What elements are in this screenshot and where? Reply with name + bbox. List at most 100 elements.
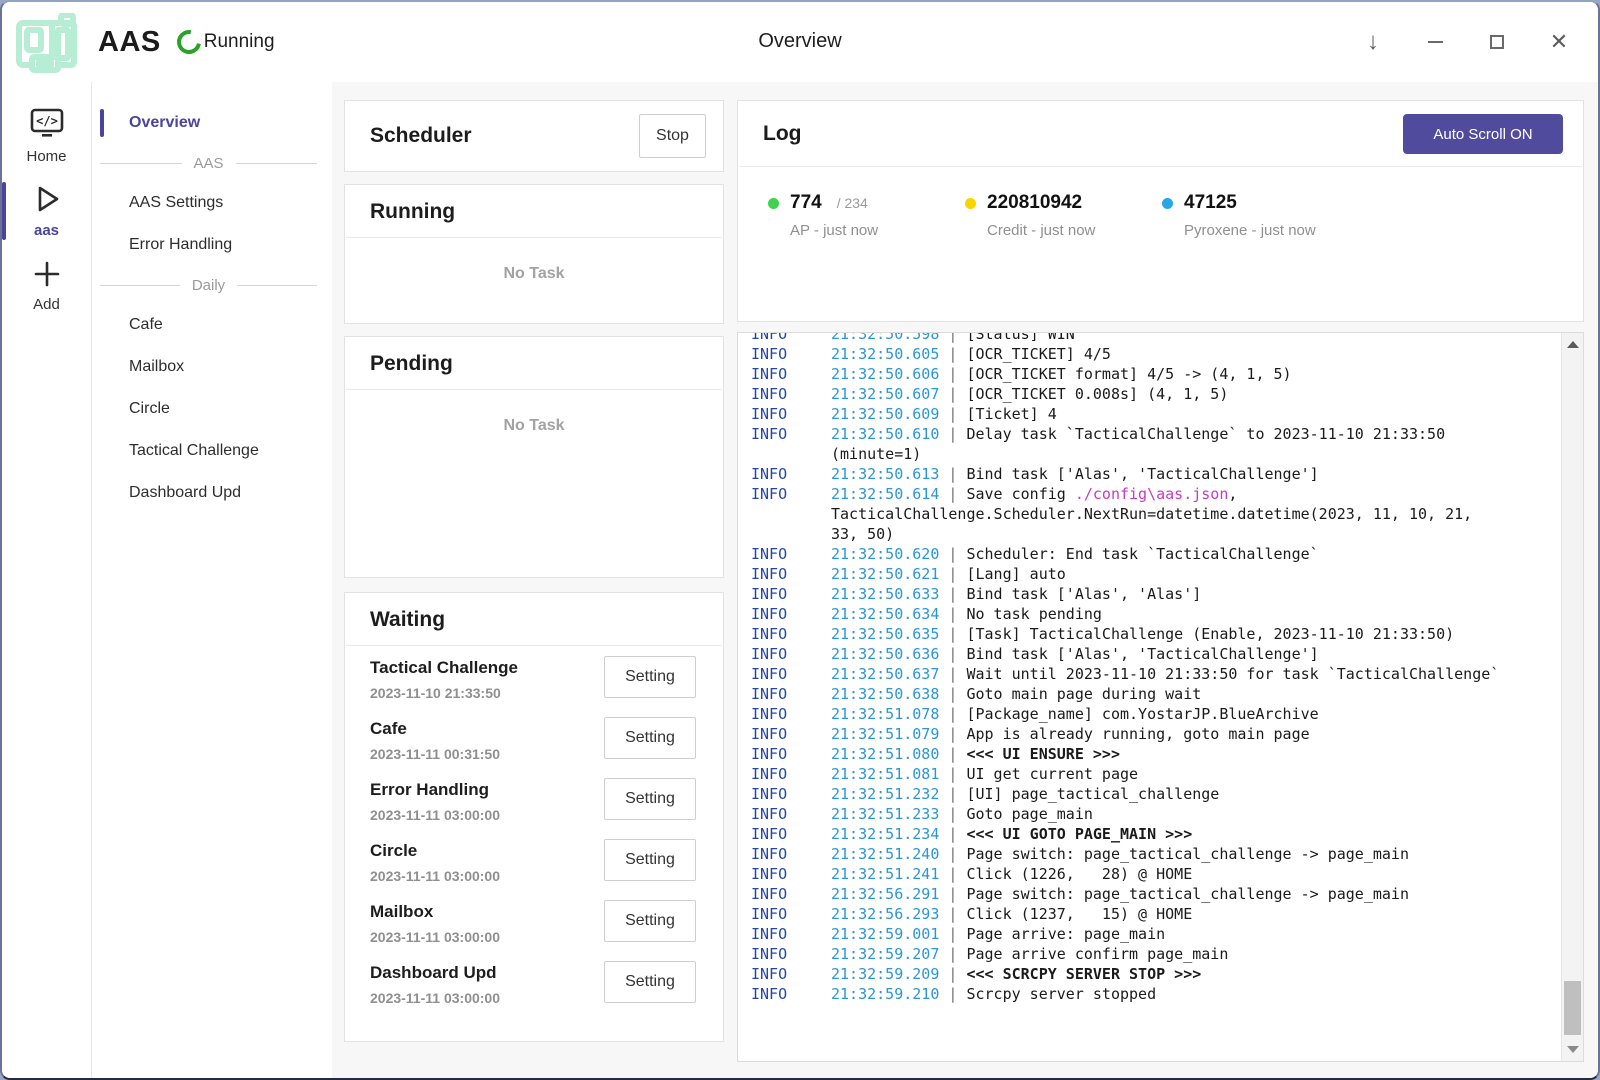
nav-item-error-handling[interactable]: Error Handling <box>92 224 332 266</box>
waiting-task-name: Cafe <box>370 719 500 739</box>
stat-dot-icon <box>965 198 976 209</box>
nav-item-cafe[interactable]: Cafe <box>92 304 332 346</box>
stat-dot-icon <box>768 198 779 209</box>
log-level: INFO <box>751 332 831 344</box>
code-monitor-icon: </> <box>29 108 65 145</box>
log-time: 21:32:50.598 | <box>831 332 966 343</box>
log-pipe: | <box>939 605 966 623</box>
log-time: 21:32:50.637 | <box>831 665 966 683</box>
waiting-task-name: Circle <box>370 841 500 861</box>
log-body: 21:32:50.620 | Scheduler: End task `Tact… <box>831 544 1506 564</box>
log-body: 21:32:51.233 | Goto page_main <box>831 804 1506 824</box>
log-timestamp: 21:32:51.232 <box>831 785 939 803</box>
log-level: INFO <box>751 784 831 804</box>
log-message: <<< UI GOTO PAGE_MAIN >>> <box>966 825 1192 843</box>
log-line: INFO21:32:51.233 | Goto page_main <box>738 804 1583 824</box>
nav-item-circle[interactable]: Circle <box>92 388 332 430</box>
log-body: 21:32:50.607 | [OCR_TICKET 0.008s] (4, 1… <box>831 384 1506 404</box>
maximize-button[interactable] <box>1484 29 1510 55</box>
log-line: INFO21:32:51.241 | Click (1226, 28) @ HO… <box>738 864 1583 884</box>
log-pipe: | <box>939 332 966 343</box>
running-card: Running No Task <box>344 184 724 324</box>
log-message: Wait until 2023-11-10 21:33:50 for task … <box>966 665 1499 683</box>
task-setting-button[interactable]: Setting <box>604 961 696 1003</box>
task-setting-button[interactable]: Setting <box>604 778 696 820</box>
log-pipe: | <box>939 925 966 943</box>
resource-stat: 47125Pyroxene - just now <box>1162 192 1359 239</box>
sidebar-item-home[interactable]: </> Home <box>2 100 91 172</box>
log-line: INFO21:32:50.620 | Scheduler: End task `… <box>738 544 1583 564</box>
waiting-task-row: Circle2023-11-11 03:00:00Setting <box>370 837 696 898</box>
divider-line <box>100 163 182 164</box>
auto-scroll-toggle[interactable]: Auto Scroll ON <box>1403 114 1563 154</box>
download-update-icon[interactable]: ↓ <box>1360 29 1386 55</box>
log-body: 21:32:51.078 | [Package_name] com.Yostar… <box>831 704 1506 724</box>
log-time: 21:32:50.635 | <box>831 625 966 643</box>
log-line: INFO21:32:51.234 | <<< UI GOTO PAGE_MAIN… <box>738 824 1583 844</box>
nav-item-dashboard-upd[interactable]: Dashboard Upd <box>92 472 332 514</box>
log-message: [Status] WIN <box>966 332 1074 343</box>
log-timestamp: 21:32:50.635 <box>831 625 939 643</box>
log-timestamp: 21:32:50.605 <box>831 345 939 363</box>
log-body: 21:32:50.613 | Bind task ['Alas', 'Tacti… <box>831 464 1506 484</box>
log-level: INFO <box>751 404 831 424</box>
log-timestamp: 21:32:51.078 <box>831 705 939 723</box>
log-time: 21:32:59.001 | <box>831 925 966 943</box>
stat-label: AP - just now <box>790 222 965 239</box>
log-message: Page arrive confirm page_main <box>966 945 1228 963</box>
waiting-task-name: Error Handling <box>370 780 500 800</box>
log-level: INFO <box>751 604 831 624</box>
log-time: 21:32:51.234 | <box>831 825 966 843</box>
task-setting-button[interactable]: Setting <box>604 900 696 942</box>
scroll-up-arrow-icon[interactable] <box>1567 341 1579 348</box>
log-line: INFO21:32:50.621 | [Lang] auto <box>738 564 1583 584</box>
log-level: INFO <box>751 904 831 924</box>
log-line: INFO21:32:59.210 | Scrcpy server stopped <box>738 984 1583 1004</box>
log-pipe: | <box>939 965 966 983</box>
log-line: INFO21:32:59.001 | Page arrive: page_mai… <box>738 924 1583 944</box>
nav-section-label: AAS <box>194 155 224 172</box>
scroll-thumb[interactable] <box>1564 981 1581 1035</box>
log-timestamp: 21:32:51.080 <box>831 745 939 763</box>
stat-dot-icon <box>1162 198 1173 209</box>
stop-button[interactable]: Stop <box>639 114 706 158</box>
log-timestamp: 21:32:51.079 <box>831 725 939 743</box>
log-line: INFO21:32:50.636 | Bind task ['Alas', 'T… <box>738 644 1583 664</box>
pending-card: Pending No Task <box>344 336 724 578</box>
waiting-task-info: Tactical Challenge 2023-11-10 21:33:50 <box>370 654 518 701</box>
stat-suffix: / 234 <box>837 195 868 211</box>
waiting-task-time: 2023-11-10 21:33:50 <box>370 685 518 701</box>
log-message: [UI] page_tactical_challenge <box>966 785 1219 803</box>
log-timestamp: 21:32:50.633 <box>831 585 939 603</box>
sidebar-item-add[interactable]: Add <box>2 250 91 322</box>
waiting-task-row: Cafe2023-11-11 00:31:50Setting <box>370 715 696 776</box>
waiting-task-list: Tactical Challenge 2023-11-10 21:33:50 Set… <box>345 646 723 1020</box>
sidebar-item-aas[interactable]: aas <box>2 175 91 247</box>
nav-item-tactical-challenge[interactable]: Tactical Challenge <box>92 430 332 472</box>
close-button[interactable]: ✕ <box>1546 29 1572 55</box>
waiting-task-row: Dashboard Upd2023-11-11 03:00:00Setting <box>370 959 696 1020</box>
nav-item-overview[interactable]: Overview <box>92 102 332 144</box>
log-message: Click (1226, 28) @ HOME <box>966 865 1192 883</box>
waiting-task-name: Tactical Challenge <box>370 658 518 678</box>
log-line: INFO21:32:51.078 | [Package_name] com.Yo… <box>738 704 1583 724</box>
log-pipe: | <box>939 385 966 403</box>
log-body: 21:32:51.081 | UI get current page <box>831 764 1506 784</box>
nav-item-mailbox[interactable]: Mailbox <box>92 346 332 388</box>
sidebar-item-label: Home <box>26 148 66 165</box>
scroll-down-arrow-icon[interactable] <box>1567 1046 1579 1053</box>
task-setting-button[interactable]: Setting <box>604 839 696 881</box>
resource-stats: 774/ 234AP - just now220810942Credit - j… <box>738 167 1583 239</box>
log-pipe: | <box>939 665 966 683</box>
task-setting-button[interactable]: Setting <box>604 656 696 698</box>
log-message: Page switch: page_tactical_challenge -> … <box>966 845 1409 863</box>
divider-line <box>237 285 317 286</box>
log-timestamp: 21:32:56.293 <box>831 905 939 923</box>
task-setting-button[interactable]: Setting <box>604 717 696 759</box>
log-time: 21:32:50.605 | <box>831 345 966 363</box>
stat-label: Pyroxene - just now <box>1184 222 1359 239</box>
nav-item-aas-settings[interactable]: AAS Settings <box>92 182 332 224</box>
log-scrollbar[interactable] <box>1561 333 1583 1061</box>
log-pipe: | <box>939 865 966 883</box>
minimize-button[interactable] <box>1422 29 1448 55</box>
